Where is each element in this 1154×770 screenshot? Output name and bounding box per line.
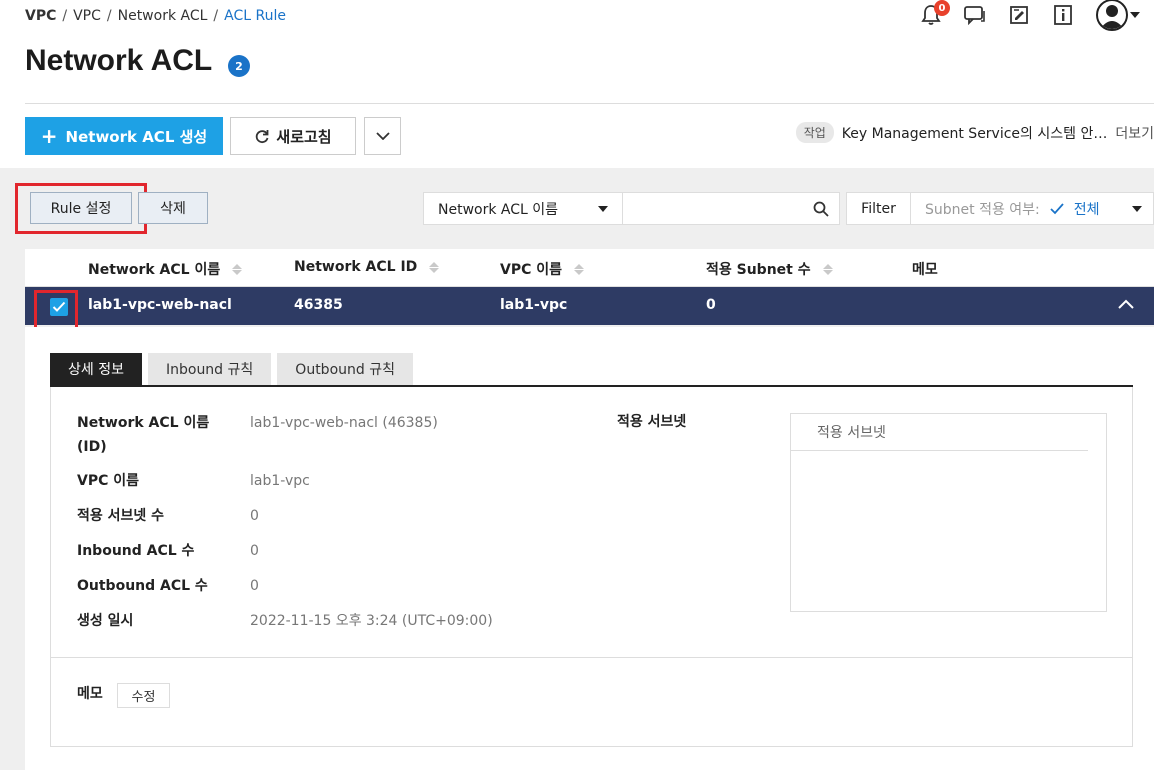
breadcrumb-separator: / (62, 8, 68, 24)
sort-icon (232, 263, 243, 275)
field-label: 적용 서브넷 수 (77, 508, 165, 524)
detail-content: Network ACL 이름 (ID) lab1-vpc-web-nacl (4… (50, 387, 1133, 747)
column-header-id[interactable]: Network ACL ID (294, 259, 440, 275)
cell-vpc: lab1-vpc (500, 297, 568, 313)
field-value: 0 (250, 578, 259, 594)
task-notice[interactable]: 작업 Key Management Service의 시스템 안… 더보기 (795, 122, 1154, 143)
column-vpc-label: VPC 이름 (500, 262, 563, 278)
chevron-down-icon (1130, 12, 1140, 18)
tab-detail-info[interactable]: 상세 정보 (50, 353, 142, 385)
sort-icon (574, 263, 585, 275)
top-icon-bar: 0 (918, 0, 1142, 31)
applied-subnet-label: 적용 서브넷 (617, 414, 687, 430)
field-label: Inbound ACL 수 (77, 543, 195, 559)
detail-panel: 상세 정보 Inbound 규칙 Outbound 규칙 Network ACL… (25, 327, 1154, 770)
search-field-select[interactable]: Network ACL 이름 (423, 192, 623, 225)
column-header-subnet-count[interactable]: 적용 Subnet 수 (706, 259, 833, 279)
edit-note-button[interactable] (1006, 2, 1032, 28)
column-header-name[interactable]: Network ACL 이름 (88, 259, 243, 279)
network-acl-table: Network ACL 이름 Network ACL ID VPC 이름 적용 … (25, 249, 1154, 325)
task-tag: 작업 (795, 122, 834, 143)
user-menu[interactable] (1094, 0, 1142, 31)
create-network-acl-button[interactable]: + Network ACL 생성 (25, 117, 223, 155)
applied-subnet-table: 적용 서브넷 (790, 413, 1107, 612)
caret-down-icon (598, 205, 608, 212)
field-label: Network ACL 이름 (ID) (77, 415, 210, 455)
sort-icon (429, 261, 440, 273)
cell-name: lab1-vpc-web-nacl (88, 297, 232, 313)
column-header-vpc[interactable]: VPC 이름 (500, 259, 585, 279)
breadcrumb-network-acl[interactable]: Network ACL (118, 8, 208, 24)
create-label: Network ACL 생성 (65, 127, 208, 146)
field-label: VPC 이름 (77, 473, 140, 489)
chevron-up-icon (1118, 299, 1134, 309)
filter-button[interactable]: Filter (846, 192, 911, 225)
highlight-box (15, 183, 147, 234)
chat-button[interactable] (962, 2, 988, 28)
detail-tabs: 상세 정보 Inbound 규칙 Outbound 규칙 (50, 353, 413, 385)
filter-key: Subnet 적용 여부: (925, 201, 1040, 218)
breadcrumb: VPC / VPC / Network ACL / ACL Rule (25, 8, 286, 24)
tab-outbound-rules[interactable]: Outbound 규칙 (277, 353, 413, 385)
plus-icon: + (40, 124, 58, 148)
more-actions-button[interactable] (364, 117, 401, 155)
column-subnet-count-label: 적용 Subnet 수 (706, 262, 811, 278)
info-icon (1054, 5, 1072, 25)
chevron-down-icon (375, 132, 390, 140)
search-field-value: Network ACL 이름 (438, 201, 559, 218)
highlight-box (34, 290, 78, 332)
breadcrumb-acl-rule[interactable]: ACL Rule (224, 8, 286, 24)
tab-inbound-rules[interactable]: Inbound 규칙 (147, 353, 272, 385)
title-count-badge: 2 (228, 55, 250, 77)
memo-edit-button[interactable]: 수정 (117, 683, 170, 708)
caret-down-icon (1131, 205, 1142, 212)
applied-subnet-table-header: 적용 서브넷 (791, 414, 1088, 451)
breadcrumb-separator: / (213, 8, 219, 24)
collapse-row-button[interactable] (1118, 297, 1134, 313)
check-icon (1050, 202, 1064, 214)
column-name-label: Network ACL 이름 (88, 262, 221, 278)
field-value: lab1-vpc-web-nacl (46385) (250, 415, 438, 431)
search-input[interactable] (623, 192, 840, 225)
sort-icon (822, 263, 833, 275)
breadcrumb-vpc[interactable]: VPC (73, 8, 101, 24)
memo-label: 메모 (77, 686, 103, 702)
divider (25, 103, 1154, 104)
task-text: Key Management Service의 시스템 안… (841, 125, 1108, 142)
delete-button[interactable]: 삭제 (138, 192, 208, 224)
user-icon (1100, 5, 1124, 29)
column-header-memo: 메모 (912, 259, 938, 279)
field-value: lab1-vpc (250, 473, 310, 489)
refresh-icon (256, 130, 269, 144)
refresh-button[interactable]: 새로고침 (230, 117, 356, 155)
notification-button[interactable]: 0 (918, 0, 950, 28)
divider (51, 657, 1132, 658)
field-value: 2022-11-15 오후 3:24 (UTC+09:00) (250, 613, 493, 629)
table-header: Network ACL 이름 Network ACL ID VPC 이름 적용 … (25, 249, 1154, 287)
breadcrumb-vpc-root[interactable]: VPC (25, 8, 56, 24)
field-value: 0 (250, 543, 259, 559)
column-memo-label: 메모 (912, 262, 938, 278)
chat-icon (964, 6, 985, 25)
search-icon[interactable] (813, 201, 829, 217)
info-button[interactable] (1050, 2, 1076, 28)
task-more-link[interactable]: 더보기 (1115, 123, 1154, 143)
field-label: Outbound ACL 수 (77, 578, 208, 594)
breadcrumb-separator: / (106, 8, 112, 24)
notification-badge: 0 (934, 0, 950, 16)
edit-note-icon (1010, 6, 1028, 24)
column-id-label: Network ACL ID (294, 259, 418, 275)
avatar (1096, 0, 1128, 31)
page-title: Network ACL (25, 44, 213, 77)
field-value: 0 (250, 508, 259, 524)
table-row[interactable]: lab1-vpc-web-nacl 46385 lab1-vpc 0 (25, 287, 1154, 325)
cell-id: 46385 (294, 297, 343, 313)
refresh-label: 새로고침 (276, 127, 332, 146)
subnet-filter-select[interactable]: Subnet 적용 여부: 전체 (911, 192, 1154, 225)
cell-subnet-count: 0 (706, 297, 716, 313)
field-label: 생성 일시 (77, 613, 134, 629)
filter-value: 전체 (1073, 201, 1100, 218)
